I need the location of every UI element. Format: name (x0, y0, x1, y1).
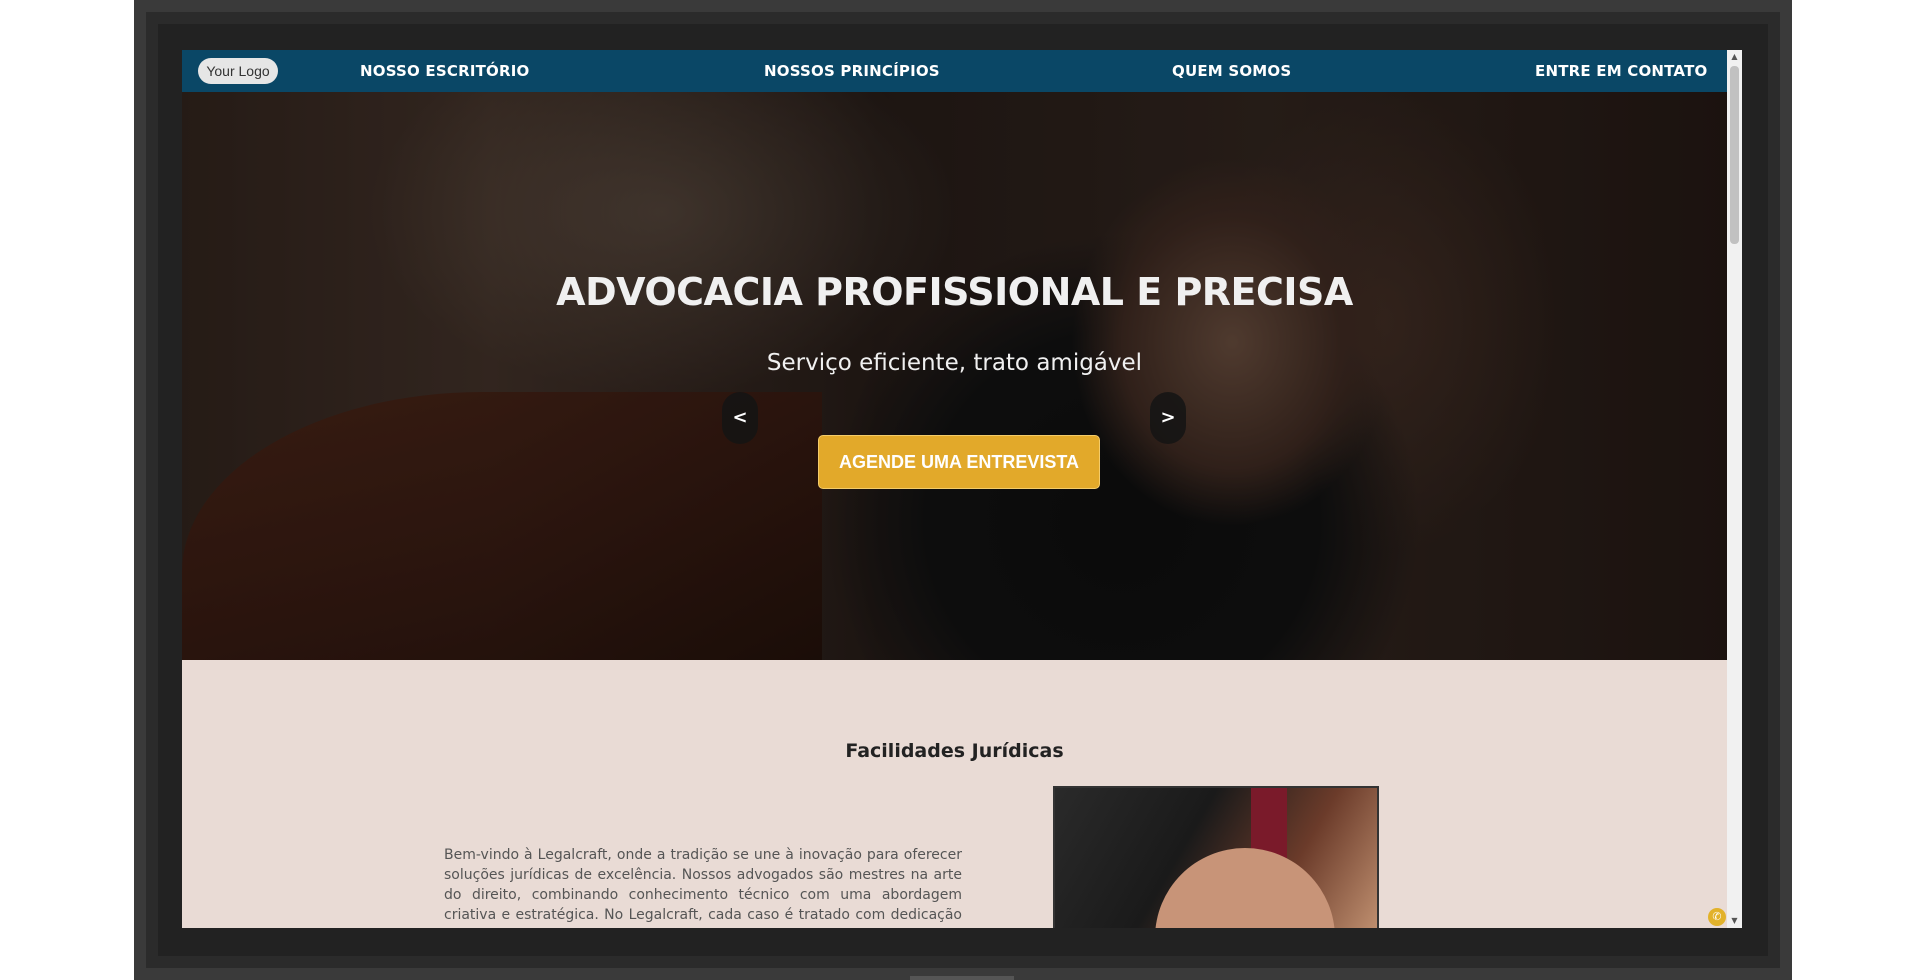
signing-document-photo (1053, 786, 1379, 928)
carousel-next-button[interactable]: > (1150, 392, 1186, 444)
hero-banner: ADVOCACIA PROFISSIONAL E PRECISA Serviço… (182, 92, 1727, 660)
top-navbar: Your Logo NOSSO ESCRITÓRIO NOSSOS PRINCÍ… (182, 50, 1727, 92)
site-logo[interactable]: Your Logo (198, 58, 278, 84)
hero-subtitle: Serviço eficiente, trato amigável (766, 350, 1143, 376)
schedule-interview-button[interactable]: AGENDE UMA ENTREVISTA (818, 435, 1100, 489)
nav-link-nossos-principios[interactable]: NOSSOS PRINCÍPIOS (764, 50, 940, 92)
monitor-stand (910, 976, 1014, 980)
section-intro-text: Bem-vindo à Legalcraft, onde a tradição … (444, 847, 962, 928)
scroll-down-arrow-icon[interactable]: ▼ (1727, 914, 1742, 928)
section-title: Facilidades Jurídicas (845, 740, 1064, 762)
hero-title: ADVOCACIA PROFISSIONAL E PRECISA (556, 270, 1353, 314)
page-scrollbar[interactable]: ▲ ▼ (1727, 50, 1742, 928)
scrollbar-thumb[interactable] (1730, 66, 1739, 244)
nav-link-quem-somos[interactable]: QUEM SOMOS (1172, 50, 1291, 92)
nav-link-nosso-escritorio[interactable]: NOSSO ESCRITÓRIO (360, 50, 529, 92)
browser-viewport: Your Logo NOSSO ESCRITÓRIO NOSSOS PRINCÍ… (182, 50, 1742, 928)
hero-overlay (182, 92, 1727, 660)
scroll-up-arrow-icon[interactable]: ▲ (1727, 50, 1742, 64)
whatsapp-icon[interactable]: ✆ (1708, 908, 1726, 926)
photo-hand-shape (1155, 848, 1335, 928)
nav-link-entre-em-contato[interactable]: ENTRE EM CONTATO (1535, 50, 1707, 92)
carousel-prev-button[interactable]: < (722, 392, 758, 444)
